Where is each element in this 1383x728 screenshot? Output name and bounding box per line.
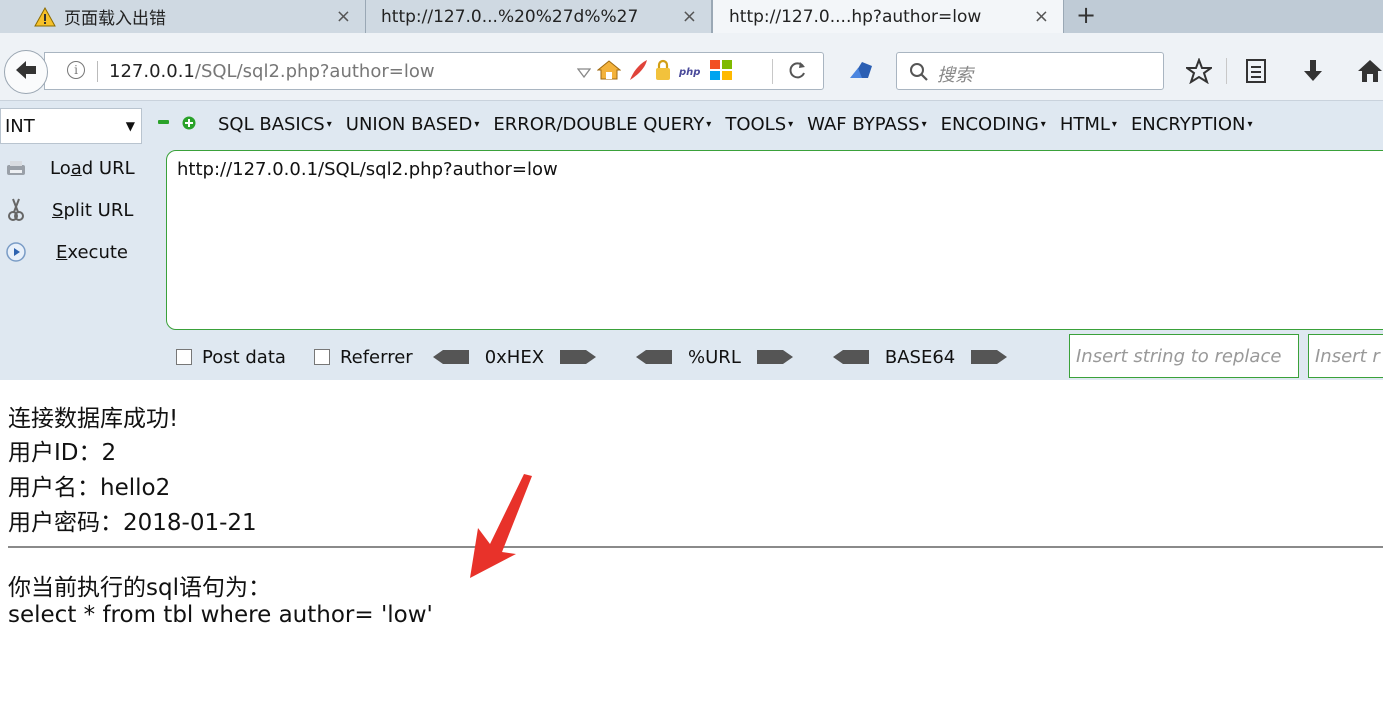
lock-icon[interactable] bbox=[655, 59, 671, 85]
php-icon[interactable]: php bbox=[677, 63, 703, 82]
menu-encoding[interactable]: ENCODING ▾ bbox=[941, 114, 1046, 135]
hex-encode-group: 0xHEX bbox=[432, 346, 597, 368]
base64-encode-left-icon[interactable] bbox=[832, 349, 869, 365]
download-icon[interactable] bbox=[1298, 56, 1328, 86]
url-encode-group: %URL bbox=[636, 347, 793, 368]
url-text[interactable]: 127.0.0.1/SQL/sql2.php?author=low bbox=[109, 61, 435, 82]
post-data-checkbox[interactable] bbox=[176, 349, 192, 365]
toolbar-right bbox=[1184, 56, 1383, 86]
increase-button[interactable] bbox=[182, 115, 196, 130]
chevron-down-icon: ▼ bbox=[125, 119, 135, 133]
hex-encode-label: 0xHEX bbox=[484, 346, 545, 368]
annotation-arrow-icon bbox=[470, 474, 532, 578]
warning-icon bbox=[34, 6, 56, 27]
url-textarea-value: http://127.0.0.1/SQL/sql2.php?author=low bbox=[177, 159, 558, 180]
user-password-text: 用户密码：2018-01-21 bbox=[8, 510, 257, 536]
reading-list-icon[interactable] bbox=[1241, 56, 1271, 86]
tab-load-error[interactable]: 页面载入出错 × bbox=[0, 0, 366, 33]
base64-encode-group: BASE64 bbox=[832, 346, 1008, 368]
sql-intro-text: 你当前执行的sql语句为： bbox=[8, 575, 271, 601]
username-text: 用户名：hello2 bbox=[8, 475, 171, 501]
hackbar-panel: INT ▼ SQL BASICS ▾ UNION BASED ▾ ERROR/DOU… bbox=[0, 101, 1383, 380]
menu-waf-bypass[interactable]: WAF BYPASS ▾ bbox=[807, 114, 926, 135]
menu-encryption[interactable]: ENCRYPTION ▾ bbox=[1131, 114, 1253, 135]
injection-type-select[interactable]: INT ▼ bbox=[0, 108, 142, 144]
reload-icon[interactable] bbox=[787, 60, 807, 87]
referrer-checkbox[interactable] bbox=[313, 349, 330, 365]
tab-author-low[interactable]: http://127.0....hp?author=low × bbox=[712, 0, 1064, 33]
base64-encode-label: BASE64 bbox=[884, 346, 956, 368]
dropdown-arrow-icon[interactable] bbox=[576, 63, 592, 82]
post-data-label: Post data bbox=[202, 346, 286, 368]
url-encode-right-icon[interactable] bbox=[756, 349, 793, 365]
menu-tools[interactable]: TOOLS ▾ bbox=[725, 114, 793, 135]
execute-button[interactable]: Execute bbox=[0, 236, 165, 268]
pocket-icon[interactable] bbox=[848, 58, 874, 86]
split-url-button[interactable]: Split URL bbox=[0, 194, 165, 226]
replace-with-input[interactable]: Insert r bbox=[1308, 334, 1383, 378]
url-textarea[interactable]: http://127.0.0.1/SQL/sql2.php?author=low bbox=[166, 150, 1383, 330]
play-icon bbox=[2, 238, 30, 266]
referrer-label: Referrer bbox=[339, 346, 413, 368]
url-divider bbox=[97, 61, 98, 82]
home-icon[interactable] bbox=[596, 59, 622, 85]
tab-title: http://127.0....hp?author=low bbox=[729, 6, 982, 27]
load-url-icon bbox=[2, 154, 30, 182]
info-icon[interactable]: i bbox=[67, 61, 85, 79]
sql-query-text: select * from tbl where author= 'low' bbox=[8, 602, 433, 628]
url-bar[interactable]: i 127.0.0.1/SQL/sql2.php?author=low php bbox=[44, 52, 824, 90]
tab-close-icon[interactable]: × bbox=[682, 6, 697, 27]
feather-icon[interactable] bbox=[627, 58, 649, 86]
replace-string-input[interactable]: Insert string to replace bbox=[1069, 334, 1299, 378]
connect-status-text: 连接数据库成功! bbox=[8, 406, 179, 432]
hackbar-menu: SQL BASICS ▾ UNION BASED ▾ ERROR/DOUBLE QU… bbox=[218, 114, 1267, 135]
menu-error-double-query[interactable]: ERROR/DOUBLE QUERY ▾ bbox=[493, 114, 711, 135]
search-bar[interactable]: 搜索 bbox=[896, 52, 1164, 90]
tab-title: 页面载入出错 bbox=[64, 9, 166, 29]
tab-title: http://127.0...%20%27d%%27 bbox=[381, 6, 639, 27]
new-tab-button[interactable]: + bbox=[1076, 1, 1096, 29]
back-arrow-icon bbox=[14, 59, 38, 85]
menu-union-based[interactable]: UNION BASED ▾ bbox=[346, 114, 480, 135]
divider bbox=[8, 546, 1383, 548]
menu-html[interactable]: HTML ▾ bbox=[1060, 114, 1117, 135]
base64-encode-right-icon[interactable] bbox=[971, 349, 1008, 365]
tab-close-icon[interactable]: × bbox=[1034, 6, 1049, 27]
menu-sql-basics[interactable]: SQL BASICS ▾ bbox=[218, 114, 332, 135]
home-icon[interactable] bbox=[1355, 56, 1383, 86]
tab-close-icon[interactable]: × bbox=[336, 6, 351, 27]
svg-text:php: php bbox=[678, 67, 700, 78]
windows-icon[interactable] bbox=[709, 59, 733, 85]
search-icon bbox=[909, 62, 929, 86]
bookmark-star-icon[interactable] bbox=[1184, 56, 1214, 86]
search-placeholder: 搜索 bbox=[937, 65, 973, 86]
back-button[interactable] bbox=[4, 50, 48, 94]
scissors-icon bbox=[2, 196, 30, 224]
url-path: /SQL/sql2.php?author=low bbox=[194, 61, 435, 82]
url-encode-left-icon[interactable] bbox=[636, 349, 673, 365]
navigation-bar: i 127.0.0.1/SQL/sql2.php?author=low php … bbox=[0, 33, 1383, 101]
user-id-text: 用户ID：2 bbox=[8, 440, 117, 466]
hex-encode-right-icon[interactable] bbox=[560, 349, 597, 365]
hackbar-options: Post data Referrer 0xHEX %URL BASE64 bbox=[176, 342, 1008, 372]
hex-encode-left-icon[interactable] bbox=[432, 349, 469, 365]
tab-query-encoded[interactable]: http://127.0...%20%27d%%27 × bbox=[366, 0, 712, 33]
url-host: 127.0.0.1 bbox=[109, 61, 195, 82]
injection-type-value: INT bbox=[5, 116, 35, 137]
url-encode-label: %URL bbox=[688, 346, 741, 368]
reload-divider bbox=[772, 59, 773, 84]
decrease-button[interactable] bbox=[158, 120, 169, 124]
tab-strip: 页面载入出错 × http://127.0...%20%27d%%27 × ht… bbox=[0, 0, 1383, 33]
load-url-button[interactable]: Load URL bbox=[0, 152, 165, 184]
url-bar-icons: php bbox=[576, 58, 739, 86]
